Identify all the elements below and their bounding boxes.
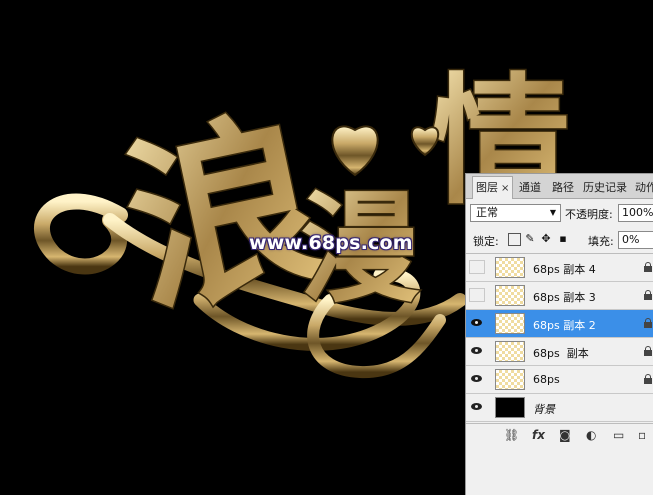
layer-name: 68ps 副本 3 <box>533 291 596 304</box>
layer-row[interactable]: 68ps 副本 3 <box>466 282 653 310</box>
layer-name: 68ps <box>533 373 560 386</box>
layer-row-selected[interactable]: 68ps 副本 2 <box>466 310 653 338</box>
lock-icon <box>644 290 652 300</box>
blend-mode-select[interactable]: 正常 ▼ <box>470 204 561 222</box>
lock-icon <box>644 346 652 356</box>
opacity-label: 不透明度: <box>565 208 613 221</box>
layer-thumbnail <box>495 313 525 334</box>
lock-label: 锁定: <box>473 235 499 248</box>
watermark-text: www.68ps.com <box>249 232 413 254</box>
layer-row-background[interactable]: 背景 <box>466 394 653 422</box>
fill-input[interactable]: 0% <box>618 231 653 249</box>
blend-opacity-row: 正常 ▼ 不透明度: 100% <box>466 199 653 226</box>
layer-thumbnail <box>495 257 525 278</box>
link-icon[interactable]: ⛓ <box>504 428 519 442</box>
folder-icon[interactable]: ▭ <box>613 428 624 442</box>
layer-name: 68ps 副本 2 <box>533 319 596 332</box>
tab-actions[interactable]: 动作 <box>632 177 653 198</box>
tab-history[interactable]: 历史记录 <box>580 177 630 198</box>
move-icon[interactable]: ✥ <box>539 232 553 246</box>
lock-icon <box>644 374 652 384</box>
tab-channels[interactable]: 通道 <box>516 177 544 198</box>
layer-row[interactable]: 68ps <box>466 366 653 394</box>
visibility-toggle[interactable] <box>469 260 485 274</box>
new-layer-icon[interactable]: ▫ <box>638 428 646 442</box>
eye-icon[interactable] <box>469 372 485 386</box>
layer-name: 背景 <box>533 403 555 416</box>
layer-name: 68ps 副本 <box>533 347 589 360</box>
tab-layers[interactable]: 图层 × <box>472 176 514 199</box>
lock-transparent-icon[interactable] <box>508 233 521 246</box>
layer-thumbnail <box>495 397 525 418</box>
close-icon[interactable]: × <box>501 183 509 194</box>
panel-bottom-bar: ⛓ fx ◙ ◐ ▭ ▫ <box>466 423 653 446</box>
mask-icon[interactable]: ◙ <box>559 428 571 442</box>
adjustment-icon[interactable]: ◐ <box>586 428 596 442</box>
fill-label: 填充: <box>588 235 614 248</box>
brush-icon[interactable]: ✎ <box>523 232 537 246</box>
layer-thumbnail <box>495 285 525 306</box>
layer-thumbnail <box>495 341 525 362</box>
eye-icon[interactable] <box>469 344 485 358</box>
layer-thumbnail <box>495 369 525 390</box>
chevron-down-icon: ▼ <box>549 208 556 217</box>
layer-name: 68ps 副本 4 <box>533 263 596 276</box>
lock-icon <box>644 318 652 328</box>
tab-paths[interactable]: 路径 <box>549 177 577 198</box>
visibility-toggle[interactable] <box>469 288 485 302</box>
lock-all-icon[interactable]: ▪ <box>556 232 570 246</box>
panel-tab-bar: 图层 × 通道 路径 历史记录 动作 <box>466 174 653 199</box>
fx-icon[interactable]: fx <box>532 428 545 442</box>
eye-icon[interactable] <box>469 316 485 330</box>
eye-icon[interactable] <box>469 400 485 414</box>
layer-row[interactable]: 68ps 副本 4 <box>466 254 653 282</box>
heart-decorations <box>331 125 440 177</box>
layers-panel: 图层 × 通道 路径 历史记录 动作 正常 ▼ 不透明度: 100% 锁定: ✎ ✥… <box>465 173 653 495</box>
lock-icon <box>644 262 652 272</box>
layer-row[interactable]: 68ps 副本 <box>466 338 653 366</box>
heart-icon <box>331 125 379 177</box>
opacity-input[interactable]: 100% <box>618 204 653 222</box>
lock-fill-row: 锁定: ✎ ✥ ▪ 填充: 0% <box>466 227 653 254</box>
